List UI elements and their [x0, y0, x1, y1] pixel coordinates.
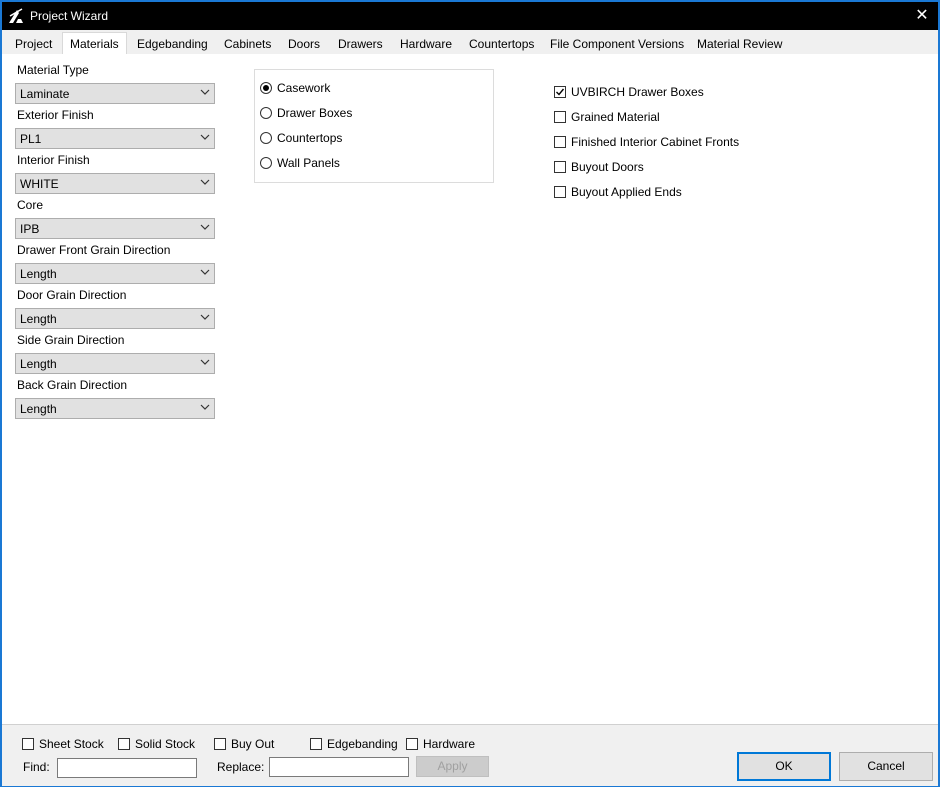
- tab-bar: Project Materials Edgebanding Cabinets D…: [2, 30, 938, 56]
- hardware-label[interactable]: Hardware: [423, 737, 475, 751]
- find-label: Find:: [23, 760, 50, 774]
- radio-label[interactable]: Wall Panels: [277, 156, 340, 170]
- exterior-finish-value: PL1: [20, 132, 42, 146]
- chevron-down-icon: [200, 224, 210, 230]
- radio-button-selected[interactable]: [260, 82, 272, 94]
- tab-hardware[interactable]: Hardware: [398, 35, 454, 53]
- uvbirch-drawer-boxes-checkbox[interactable]: [554, 86, 566, 98]
- ok-button[interactable]: OK: [737, 752, 831, 781]
- tab-materials[interactable]: Materials: [62, 32, 127, 56]
- project-wizard-window: Project Wizard ✕ Project Materials Edgeb…: [0, 0, 940, 787]
- chevron-down-icon: [200, 404, 210, 410]
- sheet-stock-checkbox[interactable]: [22, 738, 34, 750]
- drawer-front-grain-direction-dropdown[interactable]: Length: [15, 263, 215, 284]
- find-input[interactable]: [57, 758, 197, 778]
- radio-label[interactable]: Casework: [277, 81, 330, 95]
- buyout-doors-label[interactable]: Buyout Doors: [571, 160, 644, 174]
- exterior-finish-label: Exterior Finish: [17, 108, 94, 122]
- tab-doors[interactable]: Doors: [286, 35, 322, 53]
- check-mark-icon: [556, 88, 565, 96]
- app-logo-icon: [9, 8, 23, 23]
- buy-out-label[interactable]: Buy Out: [231, 737, 274, 751]
- sheet-stock-label[interactable]: Sheet Stock: [39, 737, 104, 751]
- buyout-applied-ends-checkbox[interactable]: [554, 186, 566, 198]
- back-grain-direction-label: Back Grain Direction: [17, 378, 128, 392]
- solid-stock-checkbox[interactable]: [118, 738, 130, 750]
- chevron-down-icon: [200, 314, 210, 320]
- finished-interior-cabinet-fronts-label[interactable]: Finished Interior Cabinet Fronts: [571, 135, 739, 149]
- materials-panel: Material Type Laminate Exterior Finish P…: [2, 54, 938, 724]
- hardware-checkbox[interactable]: [406, 738, 418, 750]
- tab-countertops[interactable]: Countertops: [467, 35, 536, 53]
- window-title: Project Wizard: [30, 9, 109, 23]
- material-type-dropdown[interactable]: Laminate: [15, 83, 215, 104]
- door-grain-direction-dropdown[interactable]: Length: [15, 308, 215, 329]
- buyout-doors-checkbox[interactable]: [554, 161, 566, 173]
- bottom-toolbar: Sheet Stock Solid Stock Buy Out Edgeband…: [2, 724, 938, 786]
- buyout-applied-ends-label[interactable]: Buyout Applied Ends: [571, 185, 682, 199]
- material-type-value: Laminate: [20, 87, 70, 101]
- apply-button[interactable]: Apply: [416, 756, 489, 777]
- core-dropdown[interactable]: IPB: [15, 218, 215, 239]
- radio-label[interactable]: Drawer Boxes: [277, 106, 352, 120]
- cancel-button[interactable]: Cancel: [839, 752, 933, 781]
- core-label: Core: [17, 198, 44, 212]
- title-bar: Project Wizard ✕: [2, 2, 938, 30]
- radio-button[interactable]: [260, 157, 272, 169]
- side-grain-direction-value: Length: [20, 357, 57, 371]
- chevron-down-icon: [200, 359, 210, 365]
- radio-label[interactable]: Countertops: [277, 131, 342, 145]
- tab-material-review[interactable]: Material Review: [695, 35, 784, 53]
- edgebanding-label[interactable]: Edgebanding: [327, 737, 398, 751]
- side-grain-direction-label: Side Grain Direction: [17, 333, 125, 347]
- material-type-label: Material Type: [17, 63, 89, 77]
- uvbirch-drawer-boxes-label[interactable]: UVBIRCH Drawer Boxes: [571, 85, 704, 99]
- door-grain-direction-label: Door Grain Direction: [17, 288, 127, 302]
- replace-input[interactable]: [269, 757, 409, 777]
- interior-finish-value: WHITE: [20, 177, 59, 191]
- chevron-down-icon: [200, 89, 210, 95]
- replace-label: Replace:: [217, 760, 265, 774]
- tab-edgebanding[interactable]: Edgebanding: [135, 35, 210, 53]
- tab-file-component-versions[interactable]: File Component Versions: [548, 35, 686, 53]
- exterior-finish-dropdown[interactable]: PL1: [15, 128, 215, 149]
- tab-drawers[interactable]: Drawers: [336, 35, 385, 53]
- material-category-group: Casework Drawer Boxes Countertops Wall P…: [254, 69, 494, 183]
- interior-finish-dropdown[interactable]: WHITE: [15, 173, 215, 194]
- side-grain-direction-dropdown[interactable]: Length: [15, 353, 215, 374]
- radio-button[interactable]: [260, 107, 272, 119]
- buy-out-checkbox[interactable]: [214, 738, 226, 750]
- grained-material-label[interactable]: Grained Material: [571, 110, 660, 124]
- drawer-front-grain-direction-value: Length: [20, 267, 57, 281]
- back-grain-direction-value: Length: [20, 402, 57, 416]
- drawer-front-grain-direction-label: Drawer Front Grain Direction: [17, 243, 171, 257]
- close-icon[interactable]: ✕: [912, 6, 932, 26]
- door-grain-direction-value: Length: [20, 312, 57, 326]
- grained-material-checkbox[interactable]: [554, 111, 566, 123]
- edgebanding-checkbox[interactable]: [310, 738, 322, 750]
- interior-finish-label: Interior Finish: [17, 153, 90, 167]
- tab-project[interactable]: Project: [13, 35, 54, 53]
- back-grain-direction-dropdown[interactable]: Length: [15, 398, 215, 419]
- finished-interior-cabinet-fronts-checkbox[interactable]: [554, 136, 566, 148]
- chevron-down-icon: [200, 134, 210, 140]
- core-value: IPB: [20, 222, 40, 236]
- radio-button[interactable]: [260, 132, 272, 144]
- chevron-down-icon: [200, 269, 210, 275]
- tab-cabinets[interactable]: Cabinets: [222, 35, 273, 53]
- solid-stock-label[interactable]: Solid Stock: [135, 737, 195, 751]
- chevron-down-icon: [200, 179, 210, 185]
